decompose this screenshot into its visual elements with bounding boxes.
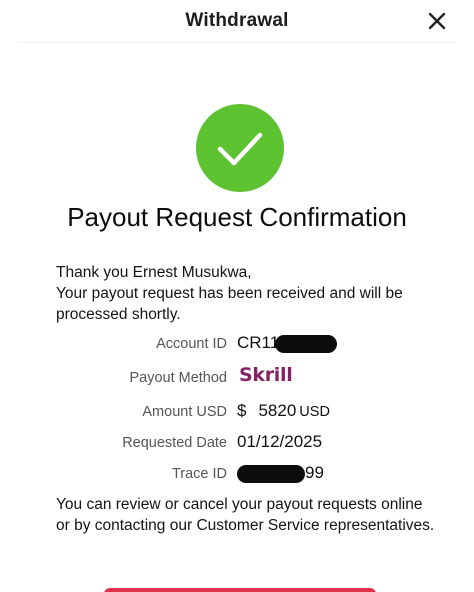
- amount-label: Amount USD: [142, 404, 227, 420]
- amount-unit: USD: [299, 404, 330, 420]
- account-id-value: CR11: [237, 333, 338, 353]
- page-title: Withdrawal: [185, 10, 289, 31]
- amount-value: 5820: [258, 401, 297, 420]
- trace-id-value: 99: [237, 463, 324, 483]
- account-id-redaction: [275, 334, 338, 353]
- top-bar: Withdrawal: [0, 0, 474, 42]
- requested-date-label: Requested Date: [122, 435, 227, 451]
- skrill-logo: Skrill: [239, 364, 293, 386]
- withdrawal-page: Withdrawal Payout Request Confirmation T…: [0, 0, 474, 592]
- requested-date-value: 01/12/2025: [237, 432, 323, 451]
- close-button[interactable]: [426, 10, 448, 32]
- header-divider: [18, 42, 456, 43]
- footer-note: You can review or cancel your payout req…: [56, 496, 435, 534]
- close-icon: [428, 12, 446, 30]
- payout-method-label: Payout Method: [129, 370, 227, 386]
- amount-value-row: $5820 USD: [237, 401, 330, 421]
- currency-symbol: $: [237, 401, 247, 420]
- account-id-label: Account ID: [156, 336, 227, 352]
- primary-action-button[interactable]: [104, 588, 376, 592]
- trace-id-suffix: 99: [305, 463, 324, 482]
- confirmation-message-block: Thank you Ernest Musukwa, Your payout re…: [56, 262, 436, 325]
- success-badge: [196, 104, 284, 192]
- trace-id-redaction: [237, 464, 305, 483]
- account-id-prefix: CR11: [237, 333, 280, 352]
- greeting-text: Thank you Ernest Musukwa,: [56, 264, 252, 281]
- confirmation-message: Your payout request has been received an…: [56, 285, 403, 323]
- confirmation-heading: Payout Request Confirmation: [67, 202, 407, 232]
- checkmark-icon: [217, 132, 263, 166]
- trace-id-label: Trace ID: [171, 466, 227, 482]
